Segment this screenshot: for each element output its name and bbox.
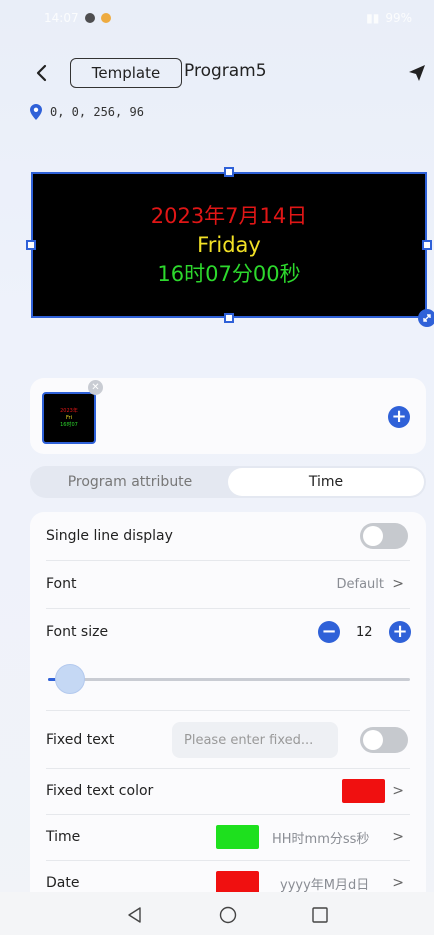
header: Template Program5	[0, 56, 434, 90]
slider-thumb[interactable]	[54, 664, 85, 694]
nav-home-icon[interactable]	[219, 906, 237, 924]
single-line-display-label: Single line display	[46, 528, 173, 544]
date-format-value: yyyy年M月d日	[280, 877, 370, 893]
thumbnail-time: 16时07	[60, 421, 78, 428]
template-button[interactable]: Template	[70, 58, 182, 88]
tab-program-attribute[interactable]: Program attribute	[32, 468, 228, 496]
font-size-row: Font size − 12 +	[30, 608, 426, 656]
increase-font-size-button[interactable]: +	[389, 621, 411, 643]
add-program-icon[interactable]: +	[388, 406, 410, 428]
chevron-right-icon: >	[392, 829, 404, 845]
fixed-text-label: Fixed text	[46, 732, 115, 748]
status-time: 14:07	[44, 11, 79, 25]
system-nav-bar	[0, 892, 434, 935]
close-icon[interactable]: ✕	[88, 380, 103, 395]
position-info: 0, 0, 256, 96	[30, 104, 144, 120]
notification-icon	[100, 13, 111, 23]
settings-card: Single line display Font Default > Font …	[30, 512, 426, 902]
program-thumbnail-card: 2023年 Fri 16时07 ✕ +	[30, 378, 426, 454]
fixed-text-color-row[interactable]: Fixed text color >	[30, 768, 426, 814]
font-size-label: Font size	[46, 624, 109, 640]
preview-date: 2023年7月14日	[150, 203, 308, 228]
fixed-text-color-label: Fixed text color	[46, 783, 154, 799]
font-size-value: 12	[356, 624, 373, 640]
status-bar: 14:07 ▮▮ 99%	[0, 0, 434, 36]
font-row[interactable]: Font Default >	[30, 560, 426, 608]
status-right: ▮▮ 99%	[366, 11, 412, 25]
chevron-right-icon: >	[392, 875, 404, 891]
font-size-slider[interactable]	[48, 678, 410, 681]
bottom-handle[interactable]	[224, 313, 234, 323]
fixed-text-input[interactable]	[172, 722, 338, 758]
preview-day: Friday	[197, 232, 261, 257]
location-pin-icon	[30, 104, 42, 120]
chevron-right-icon: >	[392, 783, 404, 799]
decrease-font-size-button[interactable]: −	[318, 621, 340, 643]
divider	[46, 710, 410, 711]
preview-screen: 2023年7月14日 Friday 16时07分00秒	[31, 172, 427, 318]
single-line-display-row: Single line display	[30, 512, 426, 560]
time-format-row[interactable]: Time HH时mm分ss秒 >	[30, 814, 426, 860]
tab-time[interactable]: Time	[228, 468, 424, 496]
nav-recents-icon[interactable]	[311, 906, 329, 924]
program-thumbnail[interactable]: 2023年 Fri 16时07	[42, 392, 96, 444]
signal-icon: ▮▮	[366, 11, 380, 25]
nav-back-icon[interactable]	[126, 906, 144, 924]
led-preview[interactable]: 2023年7月14日 Friday 16时07分00秒	[26, 167, 434, 327]
thumbnail-day: Fri	[66, 414, 72, 421]
time-label: Time	[46, 829, 81, 845]
program-title: Program5	[184, 61, 267, 81]
battery-level: 99%	[385, 11, 412, 25]
time-format-value: HH时mm分ss秒	[272, 831, 370, 847]
chevron-right-icon: >	[392, 576, 404, 592]
time-color-swatch[interactable]	[216, 825, 259, 849]
position-text: 0, 0, 256, 96	[50, 105, 144, 119]
notification-icon	[84, 13, 95, 23]
chevron-left-icon[interactable]	[32, 60, 52, 86]
resize-handle-icon[interactable]	[418, 309, 434, 327]
send-icon[interactable]	[408, 64, 426, 82]
fixed-text-toggle[interactable]	[360, 727, 408, 753]
preview-time: 16时07分00秒	[157, 261, 301, 286]
font-value: Default	[336, 576, 385, 592]
date-label: Date	[46, 875, 80, 891]
fixed-text-color-swatch[interactable]	[342, 779, 385, 803]
font-label: Font	[46, 576, 77, 592]
single-line-display-toggle[interactable]	[360, 523, 408, 549]
tab-bar: Program attribute Time	[30, 466, 426, 498]
status-left: 14:07	[44, 11, 111, 25]
top-handle[interactable]	[224, 167, 234, 177]
fixed-text-row: Fixed text	[30, 712, 426, 768]
thumbnail-date: 2023年	[60, 407, 78, 414]
left-handle[interactable]	[26, 240, 36, 250]
right-handle[interactable]	[422, 240, 432, 250]
